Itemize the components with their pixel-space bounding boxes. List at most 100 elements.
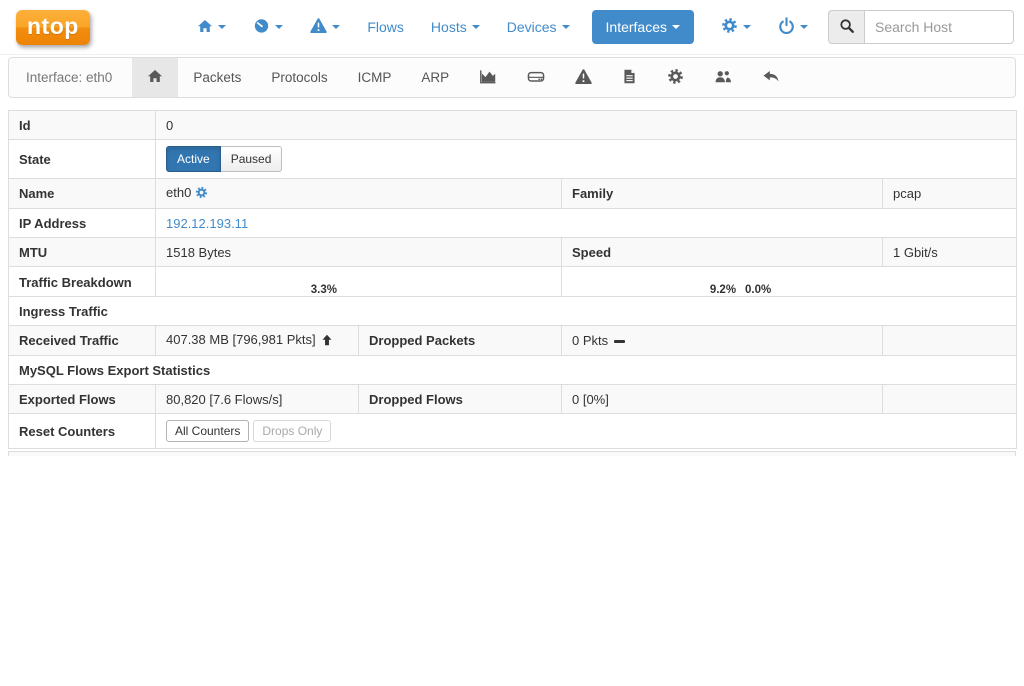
caret-down-icon xyxy=(472,25,480,29)
main-nav: Flows Hosts Devices Interfaces xyxy=(170,10,1014,44)
state-label: State xyxy=(9,140,156,179)
interface-toolbar: Interface: eth0 Packets Protocols ICMP A… xyxy=(8,57,1016,98)
table-row: Ingress Traffic xyxy=(9,297,1017,326)
host-search xyxy=(828,10,1014,44)
settings-menu[interactable] xyxy=(721,17,751,37)
home-menu[interactable] xyxy=(197,18,226,37)
tab-users[interactable] xyxy=(699,58,747,97)
caret-down-icon xyxy=(800,25,808,29)
configure-gear-icon[interactable] xyxy=(195,187,208,202)
caret-down-icon xyxy=(275,25,283,29)
home-icon xyxy=(197,18,213,37)
reply-arrow-icon xyxy=(762,68,780,88)
state-paused-button[interactable]: Paused xyxy=(221,146,283,172)
search-icon xyxy=(839,18,855,37)
table-row: Received Traffic 407.38 MB [796,981 Pkts… xyxy=(9,326,1017,356)
mtu-label: MTU xyxy=(9,238,156,267)
search-input[interactable] xyxy=(864,10,1014,44)
caret-down-icon xyxy=(562,25,570,29)
reset-counters-label: Reset Counters xyxy=(9,414,156,449)
toolbar-brand: Interface: eth0 xyxy=(9,70,132,85)
ntop-logo[interactable]: ntop xyxy=(16,10,90,45)
pie-label-other: 0.0%Other xyxy=(745,284,773,297)
received-traffic-value: 407.38 MB [796,981 Pkts] xyxy=(166,332,316,347)
caret-down-icon xyxy=(743,25,751,29)
exported-flows-label: Exported Flows xyxy=(9,385,156,414)
reset-drops-only-button[interactable]: Drops Only xyxy=(253,420,331,442)
caret-down-icon xyxy=(218,25,226,29)
tab-arp-label: ARP xyxy=(421,70,449,85)
state-toggle: Active Paused xyxy=(166,146,282,172)
ip-address-label: IP Address xyxy=(9,209,156,238)
tab-report[interactable] xyxy=(607,58,652,97)
mtu-value: 1518 Bytes xyxy=(156,238,562,267)
pie-pct: 0.0% xyxy=(745,284,773,297)
pie-pct: 3.3% xyxy=(309,284,337,297)
tab-protocols-label: Protocols xyxy=(271,70,327,85)
dropped-flows-label: Dropped Flows xyxy=(359,385,562,414)
interfaces-menu[interactable]: Interfaces xyxy=(592,10,694,44)
users-icon xyxy=(714,68,732,88)
top-navbar: ntop Flows Hosts Devices Interfaces xyxy=(0,0,1024,55)
traffic-breakdown-chart-protocols: 9.2%ARP 0.0%Other 46.3%IPv4 44.4%IPv6 xyxy=(562,267,1017,297)
back-button[interactable] xyxy=(747,58,795,97)
traffic-breakdown-row: Traffic Breakdown 3.3%Other 19.2%Local->… xyxy=(9,267,1017,297)
ingress-traffic-header: Ingress Traffic xyxy=(9,297,1017,326)
mysql-export-header: MySQL Flows Export Statistics xyxy=(9,356,1017,385)
trend-stable-icon xyxy=(614,340,625,343)
interfaces-label: Interfaces xyxy=(606,19,667,35)
tab-alerts[interactable] xyxy=(560,58,607,97)
dropped-packets-value: 0 Pkts xyxy=(572,333,608,348)
gear-icon xyxy=(667,68,684,88)
table-row: MySQL Flows Export Statistics xyxy=(9,356,1017,385)
table-row: Exported Flows 80,820 [7.6 Flows/s] Drop… xyxy=(9,385,1017,414)
flows-link[interactable]: Flows xyxy=(367,19,404,35)
home-icon xyxy=(147,68,163,87)
speed-value: 1 Gbit/s xyxy=(883,238,1017,267)
received-traffic-label: Received Traffic xyxy=(9,326,156,356)
tab-charts[interactable] xyxy=(464,58,512,97)
table-row: Reset Counters All CountersDrops Only xyxy=(9,414,1017,449)
power-icon xyxy=(778,17,795,37)
tab-storage[interactable] xyxy=(512,58,560,97)
tab-arp[interactable]: ARP xyxy=(406,58,464,97)
warning-icon xyxy=(310,17,327,37)
id-label: Id xyxy=(9,111,156,140)
reset-all-counters-button[interactable]: All Counters xyxy=(166,420,249,442)
hosts-menu[interactable]: Hosts xyxy=(431,19,480,35)
tab-settings[interactable] xyxy=(652,58,699,97)
next-section-edge xyxy=(8,451,1016,456)
search-button[interactable] xyxy=(828,10,864,44)
tab-icmp[interactable]: ICMP xyxy=(343,58,407,97)
ip-address-link[interactable]: 192.12.193.11 xyxy=(166,216,248,231)
state-active-button[interactable]: Active xyxy=(166,146,221,172)
table-row: Name eth0 Family pcap xyxy=(9,179,1017,209)
name-label: Name xyxy=(9,179,156,209)
pie-pct: 9.2% xyxy=(710,284,736,297)
trend-up-icon xyxy=(321,334,333,349)
gear-icon xyxy=(721,17,738,37)
interface-details-table: Id 0 State Active Paused Name eth0 Famil… xyxy=(8,110,1017,449)
dropped-flows-value: 0 [0%] xyxy=(562,385,883,414)
tab-icmp-label: ICMP xyxy=(358,70,392,85)
empty-cell xyxy=(883,385,1017,414)
table-row: MTU 1518 Bytes Speed 1 Gbit/s xyxy=(9,238,1017,267)
empty-cell xyxy=(883,326,1017,356)
tab-home[interactable] xyxy=(132,58,178,97)
tab-packets[interactable]: Packets xyxy=(178,58,256,97)
caret-down-icon xyxy=(332,25,340,29)
area-chart-icon xyxy=(479,68,497,88)
dropped-packets-label: Dropped Packets xyxy=(359,326,562,356)
ntop-logo-text: ntop xyxy=(27,13,79,39)
alerts-menu[interactable] xyxy=(310,17,340,37)
warning-icon xyxy=(575,68,592,88)
power-menu[interactable] xyxy=(778,17,808,37)
tab-packets-label: Packets xyxy=(193,70,241,85)
tab-protocols[interactable]: Protocols xyxy=(256,58,342,97)
caret-down-icon xyxy=(672,25,680,29)
dashboard-menu[interactable] xyxy=(253,17,283,37)
pie-label-arp: 9.2%ARP xyxy=(710,284,736,297)
devices-menu[interactable]: Devices xyxy=(507,19,570,35)
family-value: pcap xyxy=(883,179,1017,209)
flows-label: Flows xyxy=(367,19,404,35)
